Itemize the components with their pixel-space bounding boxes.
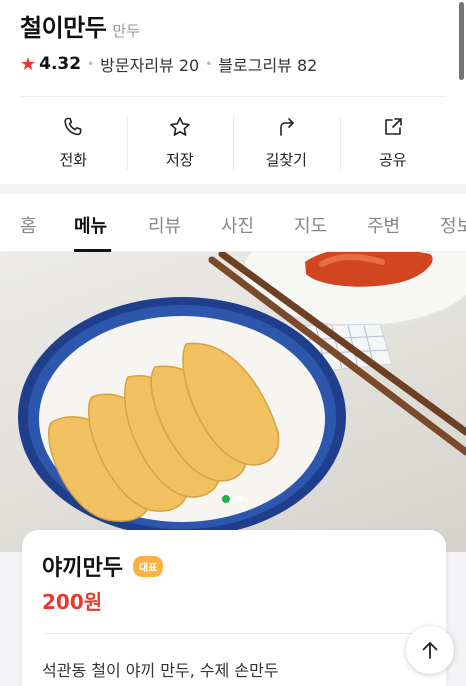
menu-item-price: 200원 (42, 590, 103, 614)
action-bar: 전화 저장 길찾기 공유 (20, 112, 446, 172)
call-button[interactable]: 전화 (20, 112, 127, 172)
share-label: 공유 (378, 150, 407, 169)
tab-nearby[interactable]: 주변 (367, 212, 400, 238)
photo-pager (222, 495, 244, 503)
blog-reviews-link[interactable]: 블로그리뷰 82 (218, 52, 317, 76)
scrollbar[interactable] (459, 2, 464, 80)
directions-icon (280, 117, 295, 136)
title-row: 철이만두 만두 (20, 8, 140, 43)
tab-map[interactable]: 지도 (294, 212, 327, 238)
menu-title-row: 야끼만두 대표 (42, 550, 164, 582)
place-category: 만두 (112, 22, 140, 40)
pager-dot[interactable] (236, 495, 244, 503)
food-photo-illustration (18, 252, 466, 537)
scroll-to-top-button[interactable] (406, 626, 454, 674)
separator-dot: • (87, 57, 95, 71)
call-label: 전화 (59, 150, 88, 169)
place-name: 철이만두 (20, 14, 107, 42)
share-button[interactable]: 공유 (339, 112, 447, 172)
header-divider (20, 96, 446, 97)
visitor-reviews-link[interactable]: 방문자리뷰 20 (100, 52, 199, 76)
signature-badge: 대표 (132, 555, 164, 577)
menu-photo[interactable] (0, 252, 466, 552)
tab-menu[interactable]: 메뉴 (74, 212, 107, 238)
pager-dot-active[interactable] (222, 495, 230, 503)
tab-reviews[interactable]: 리뷰 (148, 212, 181, 238)
rating-row: ★ 4.32 • 방문자리뷰 20 • 블로그리뷰 82 (20, 52, 317, 76)
share-icon (384, 117, 402, 135)
menu-item-description: 석관동 철이 야끼 만두, 수제 손만두 (42, 661, 279, 680)
tab-info[interactable]: 정보 (440, 212, 466, 238)
menu-item-card[interactable]: 야끼만두 대표 200원 석관동 철이 야끼 만두, 수제 손만두 (22, 530, 446, 686)
tab-photos[interactable]: 사진 (221, 212, 254, 238)
save-button[interactable]: 저장 (126, 112, 234, 172)
rating-score: 4.32 (39, 54, 82, 74)
arrow-up-icon (422, 642, 438, 659)
star-icon (169, 116, 190, 136)
rating-star-icon: ★ (20, 53, 37, 75)
phone-icon (64, 117, 82, 135)
card-divider (42, 633, 426, 634)
directions-label: 길찾기 (265, 150, 307, 169)
place-header: 철이만두 만두 ★ 4.32 • 방문자리뷰 20 • 블로그리뷰 82 전화 … (0, 0, 466, 184)
menu-item-name: 야끼만두 (42, 556, 123, 581)
tab-home[interactable]: 홈 (20, 212, 37, 238)
separator-dot: • (205, 57, 213, 71)
directions-button[interactable]: 길찾기 (233, 112, 340, 172)
save-label: 저장 (165, 150, 194, 169)
tab-bar: 홈 메뉴 리뷰 사진 지도 주변 정보 (0, 194, 466, 252)
